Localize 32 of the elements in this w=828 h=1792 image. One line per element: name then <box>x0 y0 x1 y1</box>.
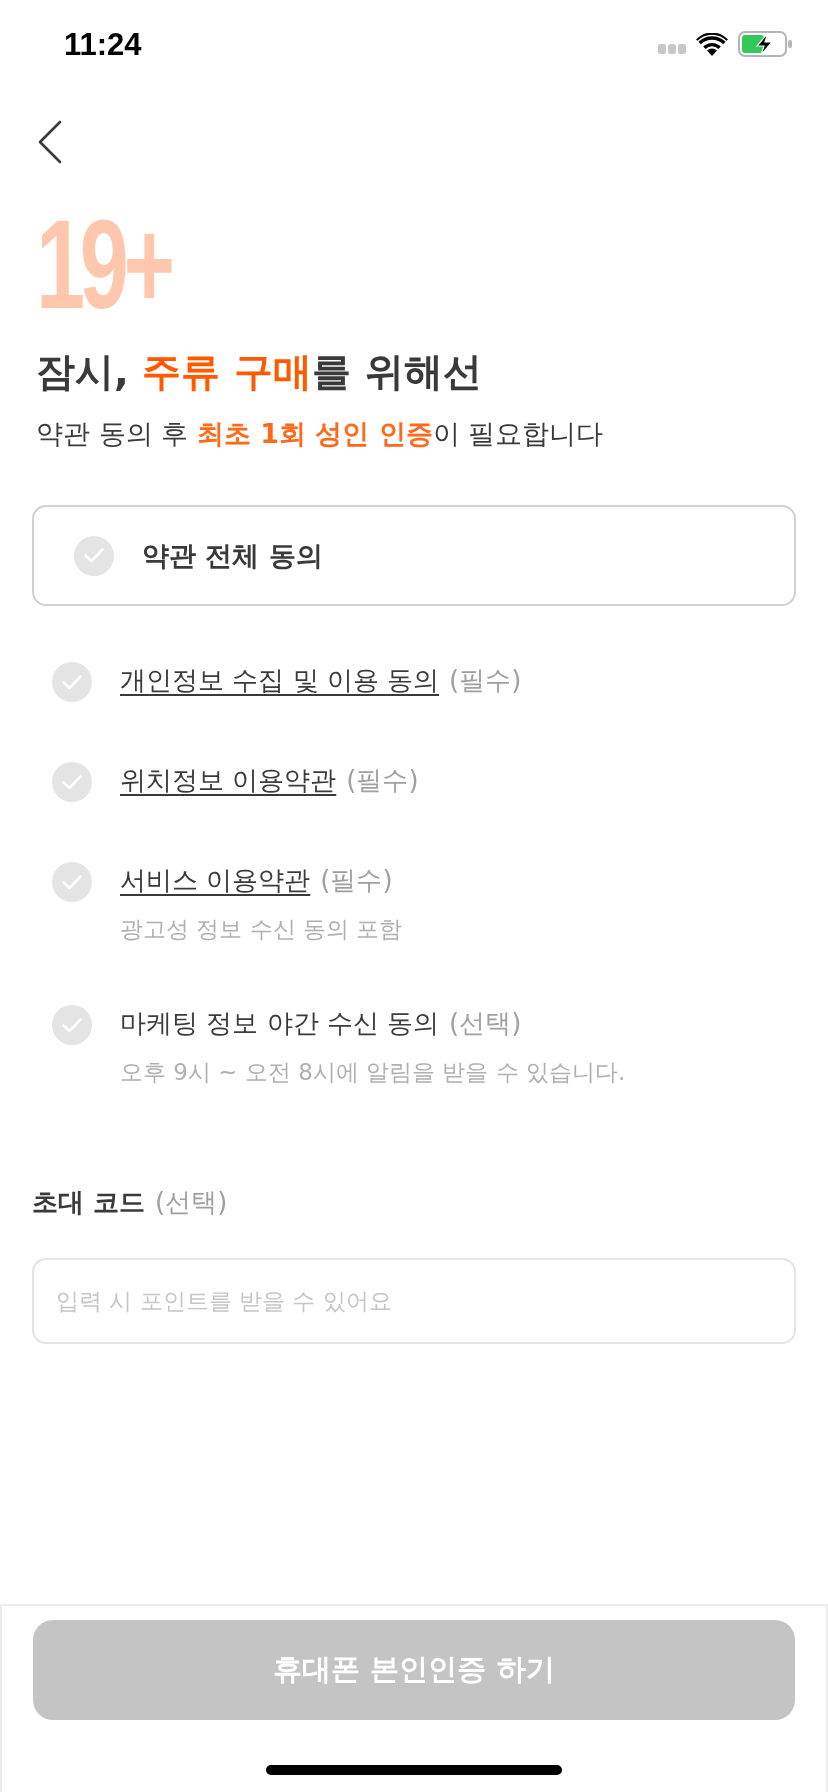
checkbox[interactable] <box>52 1005 92 1045</box>
requirement-label: (선택) <box>155 1186 228 1219</box>
checkbox[interactable] <box>52 762 92 802</box>
check-icon <box>62 1017 82 1033</box>
check-icon <box>62 874 82 890</box>
checkbox[interactable] <box>74 535 114 576</box>
signal-icon <box>658 44 686 54</box>
battery-icon <box>738 31 792 57</box>
invite-code-field[interactable]: 입력 시 포인트를 받을 수 있어요 <box>32 1258 796 1344</box>
wifi-icon <box>696 32 728 56</box>
page-subtitle: 약관 동의 후 최초 1회 성인 인증이 필요합니다 <box>36 417 605 451</box>
term-note: 오후 9시 ~ 오전 8시에 알림을 받을 수 있습니다. <box>120 1058 626 1087</box>
term-label: 마케팅 정보 야간 수신 동의 <box>120 1007 440 1040</box>
page-title: 잠시, 주류 구매를 위해선 <box>36 348 483 396</box>
check-icon <box>84 548 104 563</box>
check-icon <box>62 674 82 690</box>
term-note: 광고성 정보 수신 동의 포함 <box>120 915 403 944</box>
requirement-label: (선택) <box>449 1007 522 1040</box>
requirement-label: (필수) <box>320 864 393 897</box>
terms-link[interactable]: 서비스 이용약관 <box>120 862 311 898</box>
requirement-label: (필수) <box>346 764 419 797</box>
back-icon[interactable] <box>38 120 62 164</box>
requirement-label: (필수) <box>449 664 522 697</box>
status-time: 11:24 <box>64 28 142 60</box>
agree-all-option[interactable]: 약관 전체 동의 <box>32 505 796 606</box>
terms-link[interactable]: 위치정보 이용약관 <box>120 762 337 798</box>
age-limit-badge-text: 19+ <box>36 202 170 328</box>
checkbox[interactable] <box>52 662 92 702</box>
terms-link[interactable]: 개인정보 수집 및 이용 동의 <box>120 662 440 698</box>
checkbox[interactable] <box>52 862 92 902</box>
check-icon <box>62 774 82 790</box>
invite-code-label: 초대 코드 <box>32 1186 146 1219</box>
